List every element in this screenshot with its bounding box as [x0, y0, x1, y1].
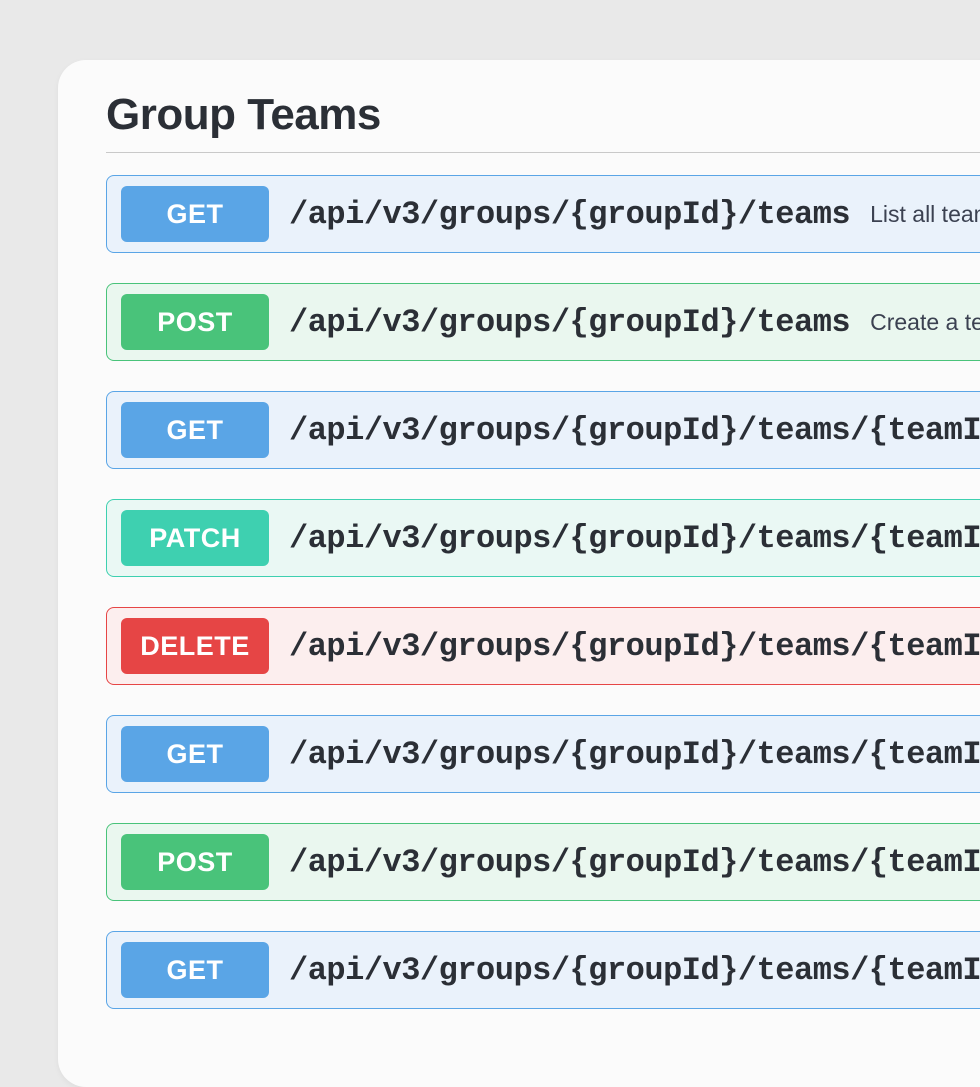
http-method-badge: PATCH [121, 510, 269, 566]
operation-path: /api/v3/groups/{groupId}/teams/{teamId} [289, 520, 980, 557]
api-section-card: Group Teams GET/api/v3/groups/{groupId}/… [58, 60, 980, 1087]
operation-row[interactable]: GET/api/v3/groups/{groupId}/teams/{teamI… [106, 931, 980, 1009]
operations-list: GET/api/v3/groups/{groupId}/teams List al… [106, 175, 980, 1009]
operation-row[interactable]: PATCH/api/v3/groups/{groupId}/teams/{tea… [106, 499, 980, 577]
operation-path: /api/v3/groups/{groupId}/teams/{teamId} [289, 952, 980, 989]
operation-path: /api/v3/groups/{groupId}/teams/{teamId} [289, 412, 980, 449]
operation-row[interactable]: GET/api/v3/groups/{groupId}/teams List al… [106, 175, 980, 253]
operation-row[interactable]: POST/api/v3/groups/{groupId}/teams/{team… [106, 823, 980, 901]
operation-summary: Create a team [870, 309, 980, 336]
http-method-badge: DELETE [121, 618, 269, 674]
http-method-badge: GET [121, 186, 269, 242]
operation-path: /api/v3/groups/{groupId}/teams [289, 196, 850, 233]
operation-summary: List all teams [870, 201, 980, 228]
operation-path: /api/v3/groups/{groupId}/teams/{teamId} [289, 736, 980, 773]
section-title: Group Teams [106, 90, 980, 140]
http-method-badge: POST [121, 834, 269, 890]
operation-path: /api/v3/groups/{groupId}/teams [289, 304, 850, 341]
section-divider [106, 152, 980, 153]
operation-path: /api/v3/groups/{groupId}/teams/{teamId} [289, 844, 980, 881]
http-method-badge: POST [121, 294, 269, 350]
http-method-badge: GET [121, 402, 269, 458]
operation-row[interactable]: POST/api/v3/groups/{groupId}/teams Create… [106, 283, 980, 361]
operation-path: /api/v3/groups/{groupId}/teams/{teamId} [289, 628, 980, 665]
operation-row[interactable]: GET/api/v3/groups/{groupId}/teams/{teamI… [106, 391, 980, 469]
http-method-badge: GET [121, 942, 269, 998]
http-method-badge: GET [121, 726, 269, 782]
operation-row[interactable]: GET/api/v3/groups/{groupId}/teams/{teamI… [106, 715, 980, 793]
operation-row[interactable]: DELETE/api/v3/groups/{groupId}/teams/{te… [106, 607, 980, 685]
